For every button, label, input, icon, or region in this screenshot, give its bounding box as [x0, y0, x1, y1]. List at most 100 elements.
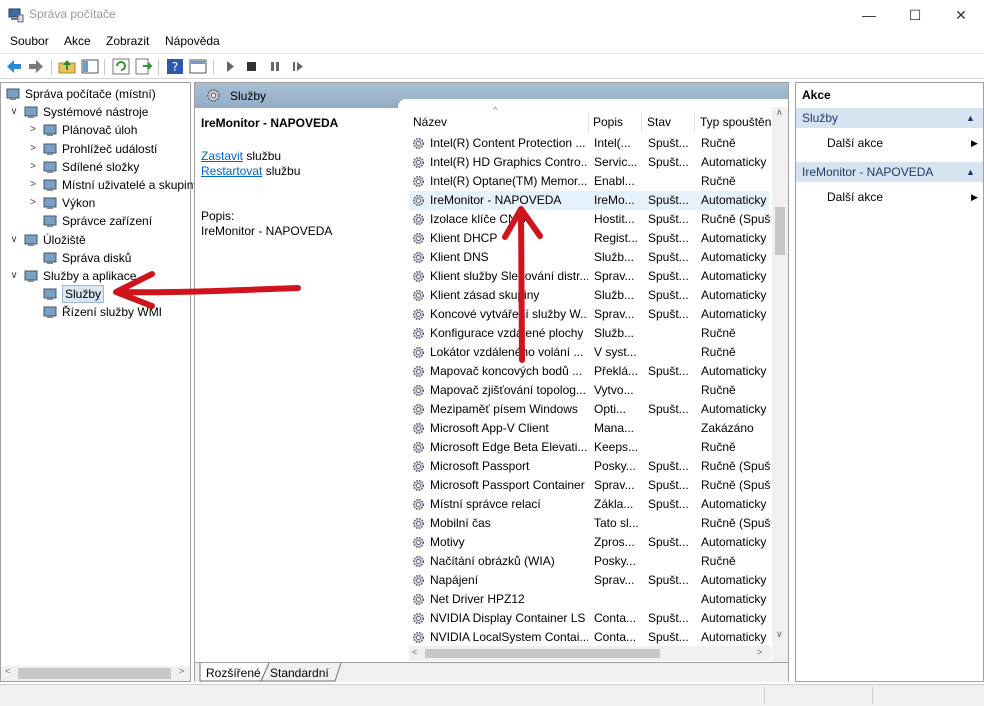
table-row[interactable]: Intel(R) Content Protection ... Intel(...…: [409, 134, 769, 153]
chevron-down-icon[interactable]: ∨: [9, 267, 19, 285]
table-row[interactable]: Mobilní čas Tato sl... Ručně (Spuště: [409, 514, 771, 533]
cell-name: Mobilní čas: [430, 516, 491, 530]
cell-start: Automaticky: [701, 535, 767, 549]
cell-desc: Conta...: [594, 611, 637, 625]
table-row[interactable]: Mezipaměť písem Windows Opti... Spušt... Au…: [409, 400, 769, 419]
chevron-right-icon[interactable]: >: [28, 194, 38, 212]
stop-service-icon[interactable]: [243, 58, 261, 75]
table-row[interactable]: Intel(R) HD Graphics Contro... Servic... S…: [409, 153, 769, 172]
table-row[interactable]: Klient služby Sledování distr... Sprav...…: [409, 267, 769, 286]
show-hide-tree-icon[interactable]: [81, 58, 99, 75]
tree-node-icon: [43, 161, 57, 173]
cell-name: Místní správce relací: [430, 497, 541, 511]
pause-service-icon[interactable]: [266, 58, 284, 75]
stop-service-link[interactable]: Zastavit: [201, 149, 243, 163]
properties-view-icon[interactable]: [189, 58, 207, 75]
menu-napoveda[interactable]: Nápověda: [165, 34, 220, 48]
table-row[interactable]: Lokátor vzdáleného volání ... V syst... Ru…: [409, 343, 769, 362]
cell-desc: V syst...: [594, 345, 637, 359]
tree-horizontal-scrollbar[interactable]: < >: [1, 666, 190, 681]
cell-name: Načítání obrázků (WIA): [430, 554, 555, 568]
cell-start: Ručně: [701, 136, 736, 150]
collapse-up-icon[interactable]: ▲: [966, 162, 975, 182]
close-button[interactable]: ✕: [938, 0, 984, 30]
table-row[interactable]: Microsoft Edge Beta Elevati... Keeps... Ru…: [409, 438, 769, 457]
table-row[interactable]: Místní správce relací Zákla... Spušt... Aut…: [409, 495, 769, 514]
chevron-right-icon[interactable]: >: [28, 158, 38, 176]
menu-akce[interactable]: Akce: [64, 34, 91, 48]
tab-standard[interactable]: Standardní: [270, 666, 329, 680]
table-row[interactable]: IreMonitor - NAPOVEDA IreMo... Spušt... Aut…: [409, 191, 769, 210]
actions-group-selected-service[interactable]: IreMonitor - NAPOVEDA ▲: [796, 162, 983, 182]
table-row[interactable]: Koncové vytváření služby W... Sprav... Spu…: [409, 305, 769, 324]
cell-desc: Conta...: [594, 630, 637, 644]
chevron-right-icon[interactable]: >: [28, 176, 38, 194]
table-row[interactable]: Klient DNS Služb... Spušt... Automaticky: [409, 248, 769, 267]
table-row[interactable]: Net Driver HPZ12 Automaticky: [409, 590, 769, 609]
help-icon[interactable]: ?: [166, 58, 184, 75]
table-row[interactable]: Izolace klíče CNG Hostit... Spušt... Ručně …: [409, 210, 771, 229]
column-startup-type[interactable]: Typ spouštění: [700, 111, 772, 133]
table-row[interactable]: Microsoft Passport Posky... Spušt... Ručně …: [409, 457, 771, 476]
refresh-icon[interactable]: [112, 58, 130, 75]
minimize-button[interactable]: —: [846, 0, 892, 30]
cell-state: Spušt...: [648, 250, 689, 264]
chevron-right-icon[interactable]: >: [28, 140, 38, 158]
services-horizontal-scrollbar[interactable]: < >: [409, 646, 771, 661]
menu-soubor[interactable]: Soubor: [10, 34, 49, 48]
services-vertical-scrollbar[interactable]: ∧ ∨: [772, 107, 788, 662]
cell-start: Automaticky: [701, 193, 767, 207]
column-name[interactable]: Název: [413, 111, 583, 133]
restart-service-link[interactable]: Restartovat: [201, 164, 262, 178]
cell-desc: Enabl...: [594, 174, 635, 188]
table-row[interactable]: Microsoft App-V Client Mana... Zakázáno: [409, 419, 769, 438]
more-actions-selected[interactable]: Další akce ▶: [827, 187, 978, 207]
table-row[interactable]: Napájení Sprav... Spušt... Automaticky: [409, 571, 769, 590]
scroll-thumb[interactable]: [775, 207, 785, 255]
scroll-thumb[interactable]: [18, 668, 171, 679]
tab-extended[interactable]: Rozšířené: [206, 666, 261, 680]
column-description[interactable]: Popis: [593, 111, 641, 133]
table-row[interactable]: Motivy Zpros... Spušt... Automaticky: [409, 533, 769, 552]
start-service-icon[interactable]: [221, 58, 239, 75]
table-row[interactable]: NVIDIA LocalSystem Contai... Conta... Spuš…: [409, 628, 769, 647]
restart-service-icon[interactable]: [289, 58, 307, 75]
description-label: Popis:: [201, 209, 235, 223]
table-row[interactable]: Klient zásad skupiny Služb... Spušt... Auto…: [409, 286, 769, 305]
chevron-down-icon[interactable]: ∨: [9, 231, 19, 249]
chevron-right-icon[interactable]: >: [28, 121, 38, 139]
menu-zobrazit[interactable]: Zobrazit: [106, 34, 149, 48]
up-folder-icon[interactable]: [58, 58, 76, 75]
cell-start: Ručně (Spuště: [701, 516, 771, 530]
tree-item-label: Úložiště: [43, 232, 86, 247]
forward-arrow-icon[interactable]: [27, 58, 45, 75]
view-tabs: Rozšířené Standardní: [195, 662, 788, 682]
collapse-up-icon[interactable]: ▲: [966, 108, 975, 128]
actions-group-services[interactable]: Služby ▲: [796, 108, 983, 128]
cell-state: Spušt...: [648, 611, 689, 625]
table-row[interactable]: Konfigurace vzdálené plochy Služb... Ručně: [409, 324, 769, 343]
tree-node-icon: [43, 252, 57, 264]
cell-name: Motivy: [430, 535, 465, 549]
cell-state: Spušt...: [648, 497, 689, 511]
scroll-thumb[interactable]: [425, 649, 660, 658]
cell-desc: Překlá...: [594, 364, 639, 378]
maximize-button[interactable]: ☐: [892, 0, 938, 30]
table-row[interactable]: Mapovač zjišťování topolog... Vytvo... Ruč…: [409, 381, 769, 400]
cell-name: Izolace klíče CNG: [430, 212, 527, 226]
table-row[interactable]: Mapovač koncových bodů ... Překlá... Spušt…: [409, 362, 769, 381]
computer-management-icon: [8, 8, 24, 23]
export-list-icon[interactable]: [135, 58, 153, 75]
more-actions-services[interactable]: Další akce ▶: [827, 133, 978, 153]
column-state[interactable]: Stav: [647, 111, 695, 133]
cell-state: Spušt...: [648, 402, 689, 416]
back-arrow-icon[interactable]: [5, 58, 23, 75]
table-row[interactable]: Microsoft Passport Container Sprav... Spuš…: [409, 476, 771, 495]
title-bar: Správa počítače — ☐ ✕: [0, 0, 984, 30]
table-row[interactable]: NVIDIA Display Container LS Conta... Spušt…: [409, 609, 769, 628]
chevron-down-icon[interactable]: ∨: [9, 103, 19, 121]
cell-name: Microsoft Passport: [430, 459, 530, 473]
table-row[interactable]: Klient DHCP Regist... Spušt... Automaticky: [409, 229, 769, 248]
table-row[interactable]: Načítání obrázků (WIA) Posky... Ručně: [409, 552, 769, 571]
table-row[interactable]: Intel(R) Optane(TM) Memor... Enabl... Ručn…: [409, 172, 769, 191]
